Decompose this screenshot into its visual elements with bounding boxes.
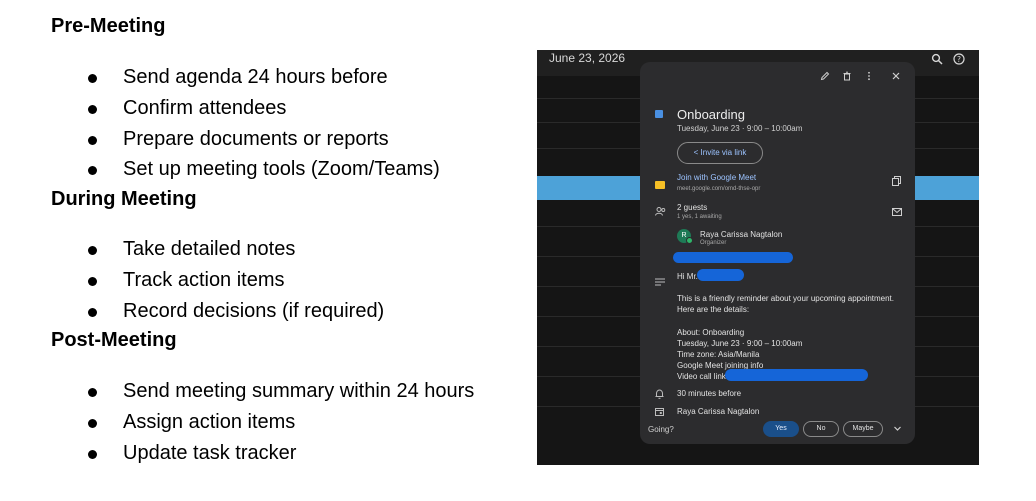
list-item: Take detailed notes <box>0 234 384 265</box>
more-icon[interactable] <box>864 71 874 85</box>
list-item: Track action items <box>0 265 384 296</box>
during-meeting-list: Take detailed notes Track action items R… <box>0 234 384 326</box>
list-item: Set up meeting tools (Zoom/Teams) <box>0 154 440 185</box>
list-item: Send meeting summary within 24 hours <box>0 376 474 407</box>
bell-icon <box>655 389 664 401</box>
list-item: Record decisions (if required) <box>0 296 384 327</box>
bullet-icon <box>88 449 97 459</box>
rsvp-label: Going? <box>648 425 674 434</box>
description-detail: Tuesday, June 23 · 9:00 – 10:00am <box>677 339 803 348</box>
guest-summary: 1 yes, 1 awaiting <box>677 214 722 220</box>
copy-icon[interactable] <box>892 176 901 188</box>
bullet-icon <box>88 135 97 145</box>
search-icon[interactable] <box>931 53 943 67</box>
heading-pre-meeting: Pre-Meeting <box>51 15 166 37</box>
rsvp-no-button[interactable]: No <box>803 421 839 437</box>
event-details-card: Onboarding Tuesday, June 23 · 9:00 – 10:… <box>640 62 915 444</box>
email-guests-icon[interactable] <box>892 208 902 218</box>
bullet-icon <box>88 166 97 176</box>
invite-via-link-button[interactable]: < Invite via link <box>677 142 763 164</box>
list-item: Update task tracker <box>0 438 474 469</box>
guest-count: 2 guests <box>677 203 708 212</box>
list-item: Prepare documents or reports <box>0 124 440 155</box>
list-item: Confirm attendees <box>0 93 440 124</box>
description-detail: About: Onboarding <box>677 328 745 337</box>
post-meeting-list: Send meeting summary within 24 hours Ass… <box>0 376 474 468</box>
bullet-icon <box>88 418 97 428</box>
edit-icon[interactable] <box>820 71 830 85</box>
redacted-link <box>725 369 868 381</box>
check-icon <box>686 237 693 244</box>
rsvp-maybe-button[interactable]: Maybe <box>843 421 883 437</box>
close-icon[interactable] <box>891 71 901 85</box>
bullet-icon <box>88 276 97 286</box>
calendar-date: June 23, 2026 <box>549 51 626 65</box>
meet-url: meet.google.com/omd-thse-opr <box>677 186 761 192</box>
heading-post-meeting: Post-Meeting <box>51 329 177 351</box>
calendar-icon <box>655 407 664 418</box>
description-icon <box>655 278 665 288</box>
list-item: Send agenda 24 hours before <box>0 62 440 93</box>
description-greeting: Hi Mr. <box>677 272 698 281</box>
event-color-icon <box>655 110 663 118</box>
description-detail: Video call link: <box>677 372 728 381</box>
guests-icon <box>655 207 666 218</box>
svg-text:?: ? <box>957 55 961 64</box>
help-icon[interactable]: ? <box>953 53 965 67</box>
delete-icon[interactable] <box>842 71 852 85</box>
bullet-icon <box>88 388 97 397</box>
reminder-text: 30 minutes before <box>677 389 742 398</box>
calendar-screenshot: June 23, 2026 ? Onboarding Tuesday, June <box>537 50 979 465</box>
rsvp-yes-button[interactable]: Yes <box>763 421 799 437</box>
redacted-name <box>697 269 744 281</box>
pre-meeting-list: Send agenda 24 hours before Confirm atte… <box>0 62 440 185</box>
organizer-role: Organizer <box>700 240 727 246</box>
video-camera-icon <box>655 181 665 189</box>
bullet-icon <box>88 104 97 114</box>
description-line: This is a friendly reminder about your u… <box>677 294 894 303</box>
bullet-icon <box>88 307 97 317</box>
event-time: Tuesday, June 23 · 9:00 – 10:00am <box>677 124 803 133</box>
meeting-checklist-document: Pre-Meeting Send agenda 24 hours before … <box>0 0 530 501</box>
list-item: Assign action items <box>0 407 474 438</box>
redacted-guest <box>673 252 793 263</box>
description-detail: Time zone: Asia/Manila <box>677 350 760 359</box>
bullet-icon <box>88 74 97 83</box>
heading-during-meeting: During Meeting <box>51 188 197 210</box>
calendar-owner: Raya Carissa Nagtalon <box>677 407 760 416</box>
event-title: Onboarding <box>677 107 745 122</box>
share-link-icon: < <box>693 148 701 157</box>
organizer-name: Raya Carissa Nagtalon <box>700 230 783 239</box>
join-google-meet-link[interactable]: Join with Google Meet <box>677 173 756 183</box>
description-line: Here are the details: <box>677 305 750 314</box>
bullet-icon <box>88 246 97 255</box>
chevron-down-icon[interactable] <box>893 424 902 436</box>
